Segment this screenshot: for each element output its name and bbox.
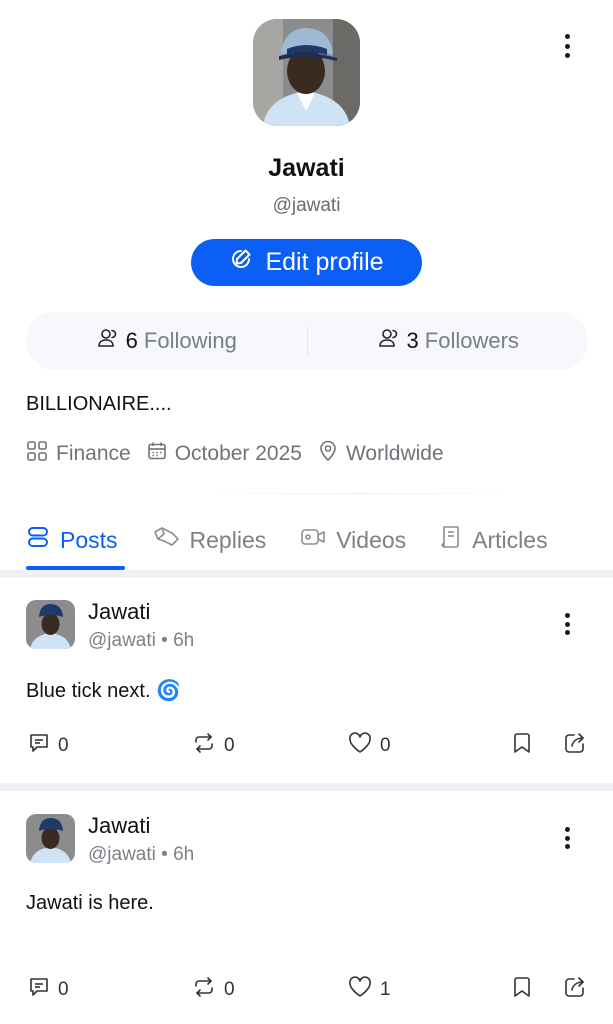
comment-count: 0 — [58, 735, 69, 756]
following-label: Following — [143, 328, 237, 353]
share-icon[interactable] — [563, 731, 587, 760]
repost-icon — [192, 732, 216, 760]
posts-icon — [26, 525, 50, 555]
post-author-name: Jawati — [88, 813, 151, 838]
follow-stats: 6 Following 3 Followers — [26, 312, 588, 370]
share-icon[interactable] — [563, 975, 587, 1004]
repost-button[interactable]: 0 — [192, 732, 235, 760]
location-text: Worldwide — [345, 442, 444, 465]
followers-count: 3 — [406, 328, 419, 353]
bookmark-icon[interactable] — [511, 976, 533, 1003]
section-divider — [200, 493, 520, 494]
tab-replies[interactable]: Replies — [152, 525, 267, 555]
post-more-icon[interactable] — [557, 610, 577, 638]
followers-label: Followers — [424, 328, 519, 353]
comment-button[interactable]: 0 — [28, 732, 69, 760]
followers-stat[interactable]: 3 Followers — [308, 326, 589, 356]
joined-item: October 2025 — [147, 441, 302, 467]
map-pin-icon — [318, 440, 338, 468]
tab-replies-label: Replies — [189, 526, 267, 553]
article-icon — [440, 525, 462, 555]
like-button[interactable]: 0 — [348, 732, 391, 760]
bookmark-icon[interactable] — [511, 732, 533, 759]
heart-icon — [348, 732, 372, 760]
edit-profile-label: Edit profile — [265, 248, 384, 276]
comment-count: 0 — [58, 979, 69, 1000]
tab-articles[interactable]: Articles — [440, 525, 548, 555]
joined-text: October 2025 — [174, 442, 302, 465]
tab-videos[interactable]: Videos — [300, 526, 406, 554]
profile-tabs: Posts Replies Videos Articles — [26, 520, 582, 560]
following-stat[interactable]: 6 Following — [26, 326, 307, 356]
profile-handle: @jawati — [272, 195, 341, 216]
tab-articles-label: Articles — [472, 526, 548, 553]
comment-button[interactable]: 0 — [28, 976, 69, 1004]
category-text: Finance — [56, 442, 131, 465]
location-item: Worldwide — [318, 440, 444, 468]
like-count: 1 — [380, 979, 391, 1000]
post-text: Jawati is here. — [26, 892, 154, 914]
video-icon — [300, 526, 326, 554]
comment-icon — [28, 732, 50, 760]
users-icon — [377, 326, 401, 356]
edit-profile-button[interactable]: Edit profile — [191, 239, 422, 286]
profile-name: Jawati — [268, 154, 345, 182]
like-button[interactable]: 1 — [348, 976, 391, 1004]
repost-count: 0 — [224, 735, 235, 756]
comment-icon — [28, 976, 50, 1004]
calendar-icon — [147, 441, 167, 467]
edit-icon — [229, 247, 253, 278]
repost-icon — [192, 976, 216, 1004]
tab-posts-label: Posts — [60, 526, 118, 553]
profile-avatar[interactable] — [253, 19, 360, 126]
like-count: 0 — [380, 735, 391, 756]
feed-band-divider — [0, 783, 613, 791]
profile-bio: BILLIONAIRE.... — [26, 393, 172, 415]
replies-icon — [152, 525, 180, 555]
post-card[interactable]: Jawati @jawati • 6h Blue tick next. 🌀 0 … — [0, 578, 613, 783]
post-handle-time: @jawati • 6h — [88, 844, 195, 865]
following-count: 6 — [125, 328, 138, 353]
users-icon — [96, 326, 120, 356]
tab-videos-label: Videos — [336, 526, 407, 553]
feed-band-top — [0, 570, 613, 578]
post-avatar[interactable] — [26, 814, 75, 863]
post-more-icon[interactable] — [557, 824, 577, 852]
post-text: Blue tick next. 🌀 — [26, 680, 181, 702]
profile-meta: Finance October 2025 Worldwide — [26, 440, 460, 468]
post-handle-time: @jawati • 6h — [88, 630, 195, 651]
heart-icon — [348, 976, 372, 1004]
category-item: Finance — [26, 440, 131, 468]
post-avatar[interactable] — [26, 600, 75, 649]
repost-count: 0 — [224, 979, 235, 1000]
post-card[interactable]: Jawati @jawati • 6h Jawati is here. 0 0 — [0, 792, 613, 1024]
post-author-name: Jawati — [88, 599, 151, 624]
repost-button[interactable]: 0 — [192, 976, 235, 1004]
tab-posts[interactable]: Posts — [26, 525, 118, 555]
profile-more-icon[interactable] — [557, 31, 577, 61]
grid-icon — [26, 440, 48, 468]
